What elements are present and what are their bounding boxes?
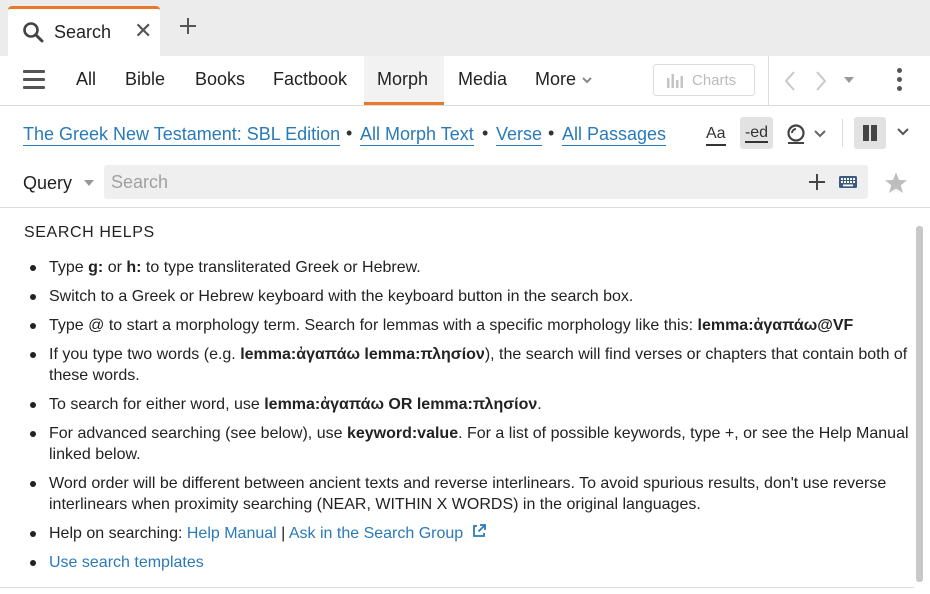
close-icon[interactable]: ✕ xyxy=(134,20,152,42)
list-item: Switch to a Greek or Hebrew keyboard wit… xyxy=(24,286,912,307)
add-term-icon[interactable] xyxy=(808,173,826,191)
nav-item-factbook[interactable]: Factbook xyxy=(273,69,347,90)
help-text: or xyxy=(103,259,127,276)
separator-dot: • xyxy=(346,123,353,143)
chevron-down-icon[interactable] xyxy=(814,129,826,139)
divider xyxy=(842,119,843,147)
list-item: Type @ to start a morphology term. Searc… xyxy=(24,315,912,336)
resource-link[interactable]: The Greek New Testament: SBL Edition xyxy=(23,124,341,146)
scope-link[interactable]: All Morph Text xyxy=(360,124,474,146)
external-link-icon[interactable] xyxy=(471,523,487,539)
separator-dot: • xyxy=(548,123,555,143)
search-group-link[interactable]: Ask in the Search Group xyxy=(289,525,463,542)
tab-strip: Search ✕ xyxy=(0,0,930,56)
query-bar: Query xyxy=(0,163,930,208)
search-icon xyxy=(23,22,44,43)
panel-layout-button[interactable] xyxy=(854,117,886,149)
search-helps-title: SEARCH HELPS xyxy=(24,224,155,241)
new-tab-icon[interactable] xyxy=(176,14,200,38)
help-code: h: xyxy=(126,259,142,276)
help-text: Type xyxy=(49,259,89,276)
back-arrow-icon[interactable] xyxy=(783,70,797,92)
help-text: . xyxy=(537,396,542,413)
separator-dot: • xyxy=(482,123,489,143)
charts-label: Charts xyxy=(692,71,737,89)
search-helps-panel: SEARCH HELPS Type g: or h: to type trans… xyxy=(0,209,914,587)
range-link[interactable]: All Passages xyxy=(562,124,667,146)
list-item: For advanced searching (see below), use … xyxy=(24,423,912,465)
charts-button[interactable]: Charts xyxy=(653,64,755,96)
list-item: If you type two words (e.g. lemma:ἀγαπάω… xyxy=(24,344,912,386)
scrollbar[interactable] xyxy=(916,226,923,582)
help-separator: | xyxy=(276,525,289,542)
forward-arrow-icon[interactable] xyxy=(814,70,828,92)
help-list: Type g: or h: to type transliterated Gre… xyxy=(24,257,912,573)
list-item: Use search templates xyxy=(24,552,912,573)
columns-icon xyxy=(863,125,877,141)
divider xyxy=(0,587,914,588)
match-forms-button[interactable]: -ed xyxy=(740,117,773,149)
help-manual-link[interactable]: Help Manual xyxy=(187,525,277,542)
help-code: lemma:ἀγαπάω OR lemma:πλησίον xyxy=(264,396,538,413)
bar-chart-icon xyxy=(667,74,683,88)
chevron-down-icon[interactable] xyxy=(897,127,909,137)
help-text: To search for either word, use xyxy=(49,396,265,413)
unit-link[interactable]: Verse xyxy=(496,124,543,146)
search-input[interactable] xyxy=(104,165,868,199)
tab-label: Search xyxy=(54,22,112,42)
keyboard-icon[interactable] xyxy=(839,176,857,188)
chevron-down-icon xyxy=(582,77,592,84)
help-code: lemma:ἀγαπάω lemma:πλησίον xyxy=(240,346,485,363)
match-case-button[interactable]: Aa xyxy=(706,124,726,146)
star-icon[interactable] xyxy=(884,171,908,195)
help-code: keyword:value xyxy=(346,425,459,442)
nav-item-more[interactable]: More xyxy=(535,69,592,90)
search-templates-link[interactable]: Use search templates xyxy=(49,554,204,571)
nav-item-all[interactable]: All xyxy=(76,69,96,90)
help-text: Switch to a Greek or Hebrew keyboard wit… xyxy=(49,288,634,305)
nav-item-morph[interactable]: Morph xyxy=(377,69,428,90)
options-circle-icon[interactable] xyxy=(785,123,807,145)
help-code: g: xyxy=(88,259,104,276)
list-item: Help on searching: Help Manual | Ask in … xyxy=(24,523,912,544)
nav-bar: All Bible Books Factbook Morph Media Mor… xyxy=(0,56,930,106)
help-text: If you type two words (e.g. xyxy=(49,346,241,363)
list-item: Type g: or h: to type transliterated Gre… xyxy=(24,257,912,278)
tab-search[interactable]: Search ✕ xyxy=(8,6,160,56)
query-type-label[interactable]: Query xyxy=(23,173,72,194)
nav-item-media[interactable]: Media xyxy=(458,69,507,90)
match-forms-label: -ed xyxy=(744,124,769,143)
nav-item-bible[interactable]: Bible xyxy=(125,69,165,90)
search-scope-bar: The Greek New Testament: SBL Edition • A… xyxy=(0,107,930,163)
active-tab-indicator xyxy=(364,102,444,105)
help-text: to type transliterated Greek or Hebrew. xyxy=(141,259,421,276)
history-dropdown-icon[interactable] xyxy=(844,76,854,84)
divider xyxy=(768,56,769,105)
list-item: Word order will be different between anc… xyxy=(24,473,912,515)
nav-item-books[interactable]: Books xyxy=(195,69,245,90)
help-text: Help on searching: xyxy=(49,525,187,542)
help-code: lemma:ἀγαπάω@VF xyxy=(697,317,854,334)
menu-icon[interactable] xyxy=(23,70,45,90)
query-dropdown-icon[interactable] xyxy=(84,179,94,187)
more-options-icon[interactable] xyxy=(897,68,905,94)
help-text: Type @ to start a morphology term. Searc… xyxy=(49,317,698,334)
help-text: For advanced searching (see below), use xyxy=(49,425,347,442)
nav-more-label: More xyxy=(535,69,577,89)
help-text: Word order will be different between anc… xyxy=(49,475,887,513)
list-item: To search for either word, use lemma:ἀγα… xyxy=(24,394,912,415)
